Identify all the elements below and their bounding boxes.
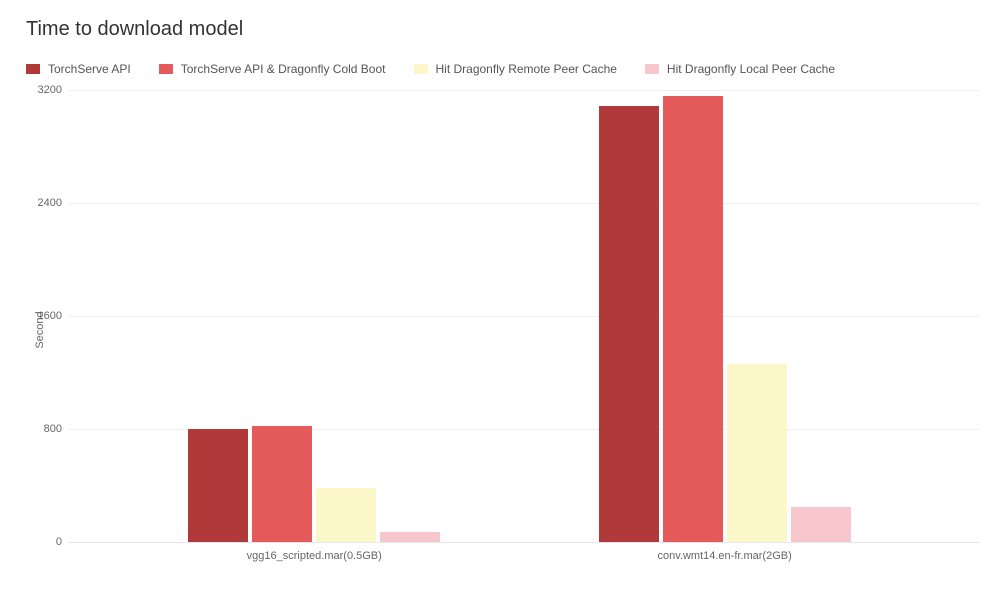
bar[interactable] [188, 429, 248, 542]
legend-item-2[interactable]: Hit Dragonfly Remote Peer Cache [414, 62, 617, 76]
legend-label-2: Hit Dragonfly Remote Peer Cache [436, 62, 617, 76]
bar[interactable] [599, 106, 659, 542]
ytick-label: 3200 [22, 84, 62, 96]
plot: Second 0800160024003200vgg16_scripted.ma… [48, 90, 980, 570]
ytick-label: 0 [22, 536, 62, 548]
legend-item-3[interactable]: Hit Dragonfly Local Peer Cache [645, 62, 835, 76]
legend: TorchServe API TorchServe API & Dragonfl… [26, 62, 835, 76]
bar[interactable] [380, 532, 440, 542]
ytick-label: 1600 [22, 310, 62, 322]
legend-swatch-0 [26, 64, 40, 74]
chart-title: Time to download model [26, 18, 243, 41]
legend-swatch-2 [414, 64, 428, 74]
bar[interactable] [663, 96, 723, 542]
legend-swatch-3 [645, 64, 659, 74]
ytick-label: 2400 [22, 197, 62, 209]
bar[interactable] [252, 426, 312, 542]
bar-group: vgg16_scripted.mar(0.5GB) [188, 90, 440, 542]
xtick-label: conv.wmt14.en-fr.mar(2GB) [657, 550, 791, 562]
bar[interactable] [727, 364, 787, 542]
bar-group: conv.wmt14.en-fr.mar(2GB) [599, 90, 851, 542]
legend-label-1: TorchServe API & Dragonfly Cold Boot [181, 62, 386, 76]
legend-swatch-1 [159, 64, 173, 74]
legend-item-0[interactable]: TorchServe API [26, 62, 131, 76]
chart-container: Time to download model TorchServe API To… [0, 0, 1000, 592]
bar[interactable] [316, 488, 376, 542]
xtick-label: vgg16_scripted.mar(0.5GB) [247, 550, 382, 562]
ytick-label: 800 [22, 423, 62, 435]
legend-label-3: Hit Dragonfly Local Peer Cache [667, 62, 835, 76]
bar[interactable] [791, 507, 851, 542]
chart-area: 0800160024003200vgg16_scripted.mar(0.5GB… [68, 90, 980, 543]
legend-item-1[interactable]: TorchServe API & Dragonfly Cold Boot [159, 62, 386, 76]
legend-label-0: TorchServe API [48, 62, 131, 76]
